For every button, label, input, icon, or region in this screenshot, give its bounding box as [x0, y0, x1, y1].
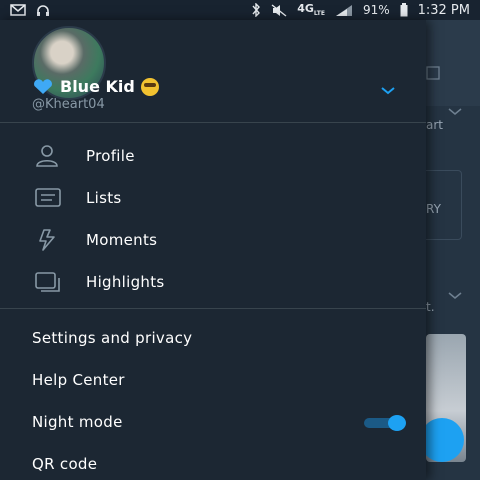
help-center-item[interactable]: Help Center	[0, 360, 426, 400]
blue-heart-icon	[34, 78, 52, 94]
mail-icon	[10, 4, 26, 16]
menu-item-lists[interactable]: Lists	[0, 177, 426, 219]
person-icon	[36, 145, 58, 167]
menu-item-moments[interactable]: Moments	[0, 219, 426, 261]
bluetooth-icon	[252, 3, 261, 17]
highlights-icon	[35, 272, 60, 292]
menu-item-label: Lists	[86, 189, 122, 207]
navigation-drawer: Blue Kid @Kheart04 Profile Lists Moments…	[0, 20, 426, 480]
settings-item-label: Help Center	[32, 371, 125, 389]
background-snippet: RY	[426, 202, 441, 216]
divider	[0, 122, 426, 123]
background-snippet: art	[426, 118, 443, 132]
night-mode-item[interactable]: Night mode	[0, 402, 426, 442]
account-name[interactable]: Blue Kid	[32, 77, 159, 96]
menu-item-label: Profile	[86, 147, 135, 165]
lightning-icon	[39, 229, 55, 251]
background-snippet: t.	[426, 300, 435, 314]
signal-icon	[335, 4, 352, 16]
night-mode-toggle[interactable]	[364, 415, 406, 431]
account-handle: @Kheart04	[32, 97, 105, 112]
status-right: 4GLTE 91% 1:32 PM	[251, 2, 470, 18]
display-name-text: Blue Kid	[60, 77, 135, 96]
account-switch-chevron-icon[interactable]	[380, 86, 396, 96]
network-type: 4GLTE	[297, 2, 325, 18]
menu-item-profile[interactable]: Profile	[0, 135, 426, 177]
list-icon	[35, 188, 61, 207]
settings-item-label: Settings and privacy	[32, 329, 193, 347]
background-chevron-icon	[448, 108, 462, 115]
toggle-thumb	[388, 415, 406, 431]
background-timeline: art RY t.	[426, 20, 480, 480]
headset-icon	[37, 4, 49, 16]
menu-item-highlights[interactable]: Highlights	[0, 261, 426, 303]
status-left	[10, 4, 50, 17]
background-chevron-icon	[448, 292, 462, 299]
mute-icon	[271, 3, 287, 17]
status-bar: 4GLTE 91% 1:32 PM	[0, 0, 480, 20]
qr-code-item[interactable]: QR code	[0, 444, 426, 480]
divider	[0, 308, 426, 309]
settings-and-privacy-item[interactable]: Settings and privacy	[0, 318, 426, 358]
settings-item-label: Night mode	[32, 413, 123, 431]
background-compose-icon	[426, 66, 440, 80]
background-header	[426, 20, 480, 106]
clock: 1:32 PM	[417, 2, 470, 18]
battery-percent: 91%	[362, 3, 390, 17]
settings-item-label: QR code	[32, 455, 98, 473]
menu-item-label: Moments	[86, 231, 158, 249]
menu-item-label: Highlights	[86, 273, 165, 291]
emoji-icon	[140, 77, 159, 96]
battery-icon	[400, 3, 408, 17]
